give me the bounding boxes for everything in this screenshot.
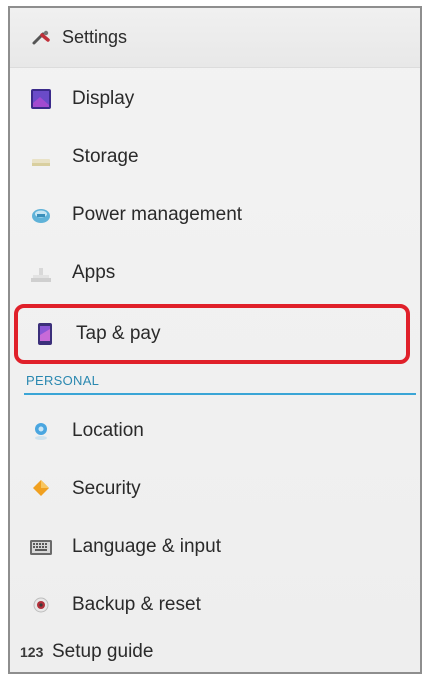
- settings-item-language-input[interactable]: Language & input: [10, 518, 420, 576]
- settings-item-label: Storage: [72, 146, 139, 167]
- settings-item-display[interactable]: Display: [10, 70, 420, 128]
- settings-item-label: Power management: [72, 204, 243, 225]
- settings-item-label: Language & input: [72, 536, 221, 557]
- backup-icon: [33, 597, 49, 613]
- settings-item-setup-guide[interactable]: 123 Setup guide: [10, 632, 420, 672]
- settings-item-security[interactable]: Security: [10, 460, 420, 518]
- security-icon: [33, 480, 49, 496]
- settings-item-label: Security: [72, 478, 141, 499]
- settings-item-apps[interactable]: Apps: [10, 244, 420, 302]
- section-label: PERSONAL: [26, 373, 100, 388]
- apps-icon: [31, 268, 51, 282]
- settings-item-label: Tap & pay: [76, 323, 161, 344]
- settings-item-power-management[interactable]: Power management: [10, 186, 420, 244]
- settings-item-label: Setup guide: [52, 641, 154, 662]
- settings-screen: Settings Display Storage Power managemen…: [8, 6, 422, 674]
- settings-item-label: Location: [72, 420, 144, 441]
- settings-item-backup-reset[interactable]: Backup & reset: [10, 576, 420, 634]
- page-title: Settings: [62, 27, 128, 47]
- battery-icon: [32, 209, 50, 223]
- display-icon: [31, 89, 51, 109]
- tap-pay-icon: [38, 323, 52, 345]
- settings-item-location[interactable]: Location: [10, 402, 420, 460]
- setup-guide-icon: 123: [20, 644, 44, 660]
- settings-header: Settings: [10, 8, 420, 68]
- location-icon: [35, 423, 47, 440]
- keyboard-icon: [30, 540, 52, 555]
- section-header-personal: PERSONAL: [10, 370, 420, 400]
- settings-icon: [32, 30, 50, 44]
- settings-item-tap-pay[interactable]: Tap & pay: [14, 304, 410, 364]
- settings-item-label: Display: [72, 88, 135, 109]
- settings-item-label: Backup & reset: [72, 594, 201, 615]
- storage-icon: [32, 159, 50, 166]
- settings-item-storage[interactable]: Storage: [10, 128, 420, 186]
- section-divider: [24, 393, 416, 395]
- settings-item-label: Apps: [72, 262, 116, 283]
